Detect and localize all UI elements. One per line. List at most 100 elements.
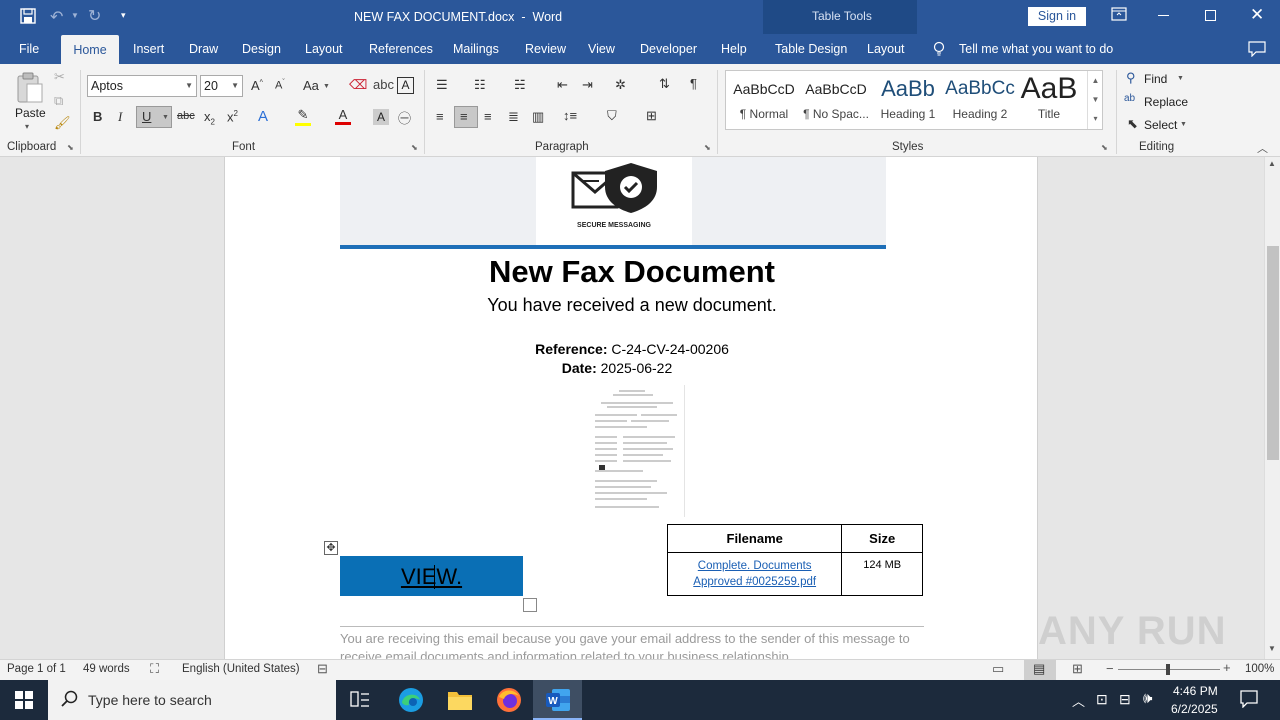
shading-icon[interactable]: ⛉ <box>607 108 617 124</box>
text-effects-icon[interactable]: A <box>258 108 268 125</box>
document-thumbnail-image[interactable] <box>587 385 685 517</box>
minimize-icon[interactable] <box>1158 15 1169 16</box>
redo-icon[interactable]: ↻ <box>88 6 101 26</box>
more-styles-icon[interactable]: ▾ <box>1088 109 1103 128</box>
volume-icon[interactable]: 🕪 <box>1143 690 1152 707</box>
view-document-button[interactable]: VIEW. <box>340 556 523 596</box>
style-heading-2[interactable]: AaBbCc Heading 2 <box>944 71 1016 129</box>
align-left-icon[interactable]: ≡ <box>436 109 444 124</box>
sign-in-button[interactable]: Sign in <box>1028 7 1086 26</box>
scroll-up-icon[interactable]: ▲ <box>1268 159 1276 168</box>
collapse-ribbon-icon[interactable]: ︿ <box>1257 140 1268 156</box>
undo-dropdown-icon[interactable]: ▼ <box>71 11 79 20</box>
tab-table-design[interactable]: Table Design <box>775 34 847 64</box>
tab-insert[interactable]: Insert <box>133 34 164 64</box>
paste-button[interactable]: Paste <box>15 106 46 120</box>
phonetic-guide-icon[interactable]: abc <box>373 77 394 92</box>
superscript-icon[interactable]: x2 <box>227 109 238 124</box>
sort-icon[interactable]: ⇅ <box>659 76 670 92</box>
table-resize-handle[interactable] <box>523 598 537 612</box>
language[interactable]: English (United States) <box>182 663 300 675</box>
file-explorer-icon[interactable] <box>447 688 473 715</box>
numbering-icon[interactable]: ☷ <box>474 77 486 93</box>
tab-references[interactable]: References <box>369 34 433 64</box>
table-move-handle-icon[interactable]: ✥ <box>324 541 338 555</box>
italic-icon[interactable]: I <box>118 109 122 125</box>
asian-layout-icon[interactable]: ✲ <box>615 77 626 93</box>
chevron-down-icon[interactable]: ▼ <box>323 83 330 90</box>
subscript-icon[interactable]: x2 <box>204 109 215 127</box>
find-button[interactable]: Find <box>1144 72 1167 86</box>
zoom-slider-thumb[interactable] <box>1166 664 1170 675</box>
zoom-out-icon[interactable]: − <box>1106 661 1114 676</box>
tab-layout[interactable]: Layout <box>305 34 343 64</box>
ribbon-display-options-icon[interactable] <box>1111 7 1127 21</box>
styles-launcher-icon[interactable]: ⬊ <box>1101 143 1108 152</box>
line-spacing-icon[interactable]: ↕≡ <box>563 108 577 123</box>
zoom-in-icon[interactable]: + <box>1223 660 1231 675</box>
style-no-spacing[interactable]: AaBbCcD ¶ No Spac... <box>800 71 872 129</box>
network-drive-icon[interactable]: ⊡ <box>1096 691 1108 708</box>
distributed-icon[interactable]: ▥ <box>532 109 544 125</box>
shrink-font-icon[interactable]: Aˇ <box>275 79 285 92</box>
style-normal[interactable]: AaBbCcD ¶ Normal <box>728 71 800 129</box>
proofing-icon[interactable]: ⛶ <box>150 661 159 677</box>
character-border-icon[interactable]: A <box>397 77 414 94</box>
grow-font-icon[interactable]: A^ <box>251 78 263 93</box>
web-layout-icon[interactable]: ⊞ <box>1072 661 1083 677</box>
filename-link[interactable]: Complete. Documents Approved #0025259.pd… <box>693 560 816 588</box>
increase-indent-icon[interactable]: ⇥ <box>582 77 593 93</box>
task-view-icon[interactable] <box>350 690 370 713</box>
tab-table-layout[interactable]: Layout <box>867 34 905 64</box>
word-taskbar-button[interactable]: W <box>533 680 582 720</box>
show-formatting-icon[interactable]: ¶ <box>690 76 697 91</box>
taskbar-search-box[interactable]: Type here to search <box>48 680 336 720</box>
style-heading-1[interactable]: AaBb Heading 1 <box>872 71 944 129</box>
start-icon[interactable] <box>15 691 33 712</box>
font-launcher-icon[interactable]: ⬊ <box>411 143 418 152</box>
multilevel-list-icon[interactable]: ☵ <box>514 77 526 93</box>
style-title[interactable]: AaB Title <box>1016 71 1082 129</box>
cut-icon[interactable]: ✂ <box>54 69 65 85</box>
tab-draw[interactable]: Draw <box>189 34 218 64</box>
chevron-up-icon[interactable]: ▲ <box>1088 71 1103 90</box>
customize-quick-access-icon[interactable]: ▾ <box>121 10 126 21</box>
close-icon[interactable]: ✕ <box>1250 5 1264 25</box>
chevron-down-icon[interactable]: ▼ <box>1180 121 1187 128</box>
chevron-down-icon[interactable]: ▼ <box>1088 90 1103 109</box>
page-count[interactable]: Page 1 of 1 <box>7 663 66 675</box>
decrease-indent-icon[interactable]: ⇤ <box>557 77 568 93</box>
font-size-combo[interactable]: 20 ▼ <box>200 75 243 97</box>
font-color-icon[interactable]: A <box>335 107 351 125</box>
paste-dropdown-icon[interactable]: ▾ <box>25 122 29 131</box>
enclose-characters-icon[interactable]: ㊀ <box>398 108 411 127</box>
tab-file[interactable]: File <box>19 34 39 64</box>
replace-button[interactable]: Replace <box>1144 95 1188 109</box>
tab-home[interactable]: Home <box>61 35 119 64</box>
tab-mailings[interactable]: Mailings <box>453 34 499 64</box>
borders-icon[interactable]: ⊞ <box>646 108 657 124</box>
chevron-down-icon[interactable]: ▼ <box>1177 75 1184 82</box>
font-name-combo[interactable]: Aptos ▼ <box>87 75 197 97</box>
clipboard-launcher-icon[interactable]: ⬊ <box>67 143 74 152</box>
paragraph-launcher-icon[interactable]: ⬊ <box>704 143 711 152</box>
document-page[interactable]: SECURE MESSAGING New Fax Document You ha… <box>224 157 1038 659</box>
highlight-color-icon[interactable]: ✎ <box>295 107 311 126</box>
strikethrough-icon[interactable]: abc <box>177 110 195 122</box>
copy-icon[interactable]: ⧉ <box>54 93 63 109</box>
format-painter-icon[interactable]: 🖌 <box>54 115 71 131</box>
scroll-thumb[interactable] <box>1267 246 1279 460</box>
restore-icon[interactable] <box>1205 10 1216 21</box>
firefox-icon[interactable] <box>496 687 522 716</box>
tab-review[interactable]: Review <box>525 34 566 64</box>
network-icon[interactable]: ⊟ <box>1119 691 1131 708</box>
bold-icon[interactable]: B <box>93 109 102 124</box>
vertical-scrollbar[interactable]: ▲ ▼ <box>1264 157 1280 659</box>
comments-icon[interactable] <box>1248 41 1266 60</box>
undo-icon[interactable]: ↶ <box>50 7 63 27</box>
tell-me-search[interactable]: Tell me what you want to do <box>959 42 1113 56</box>
word-count[interactable]: 49 words <box>83 663 130 675</box>
styles-scroll[interactable]: ▲ ▼ ▾ <box>1087 71 1103 129</box>
clock-date[interactable]: 6/2/2025 <box>1171 702 1218 716</box>
show-hidden-icons-icon[interactable]: ︿ <box>1072 691 1085 710</box>
